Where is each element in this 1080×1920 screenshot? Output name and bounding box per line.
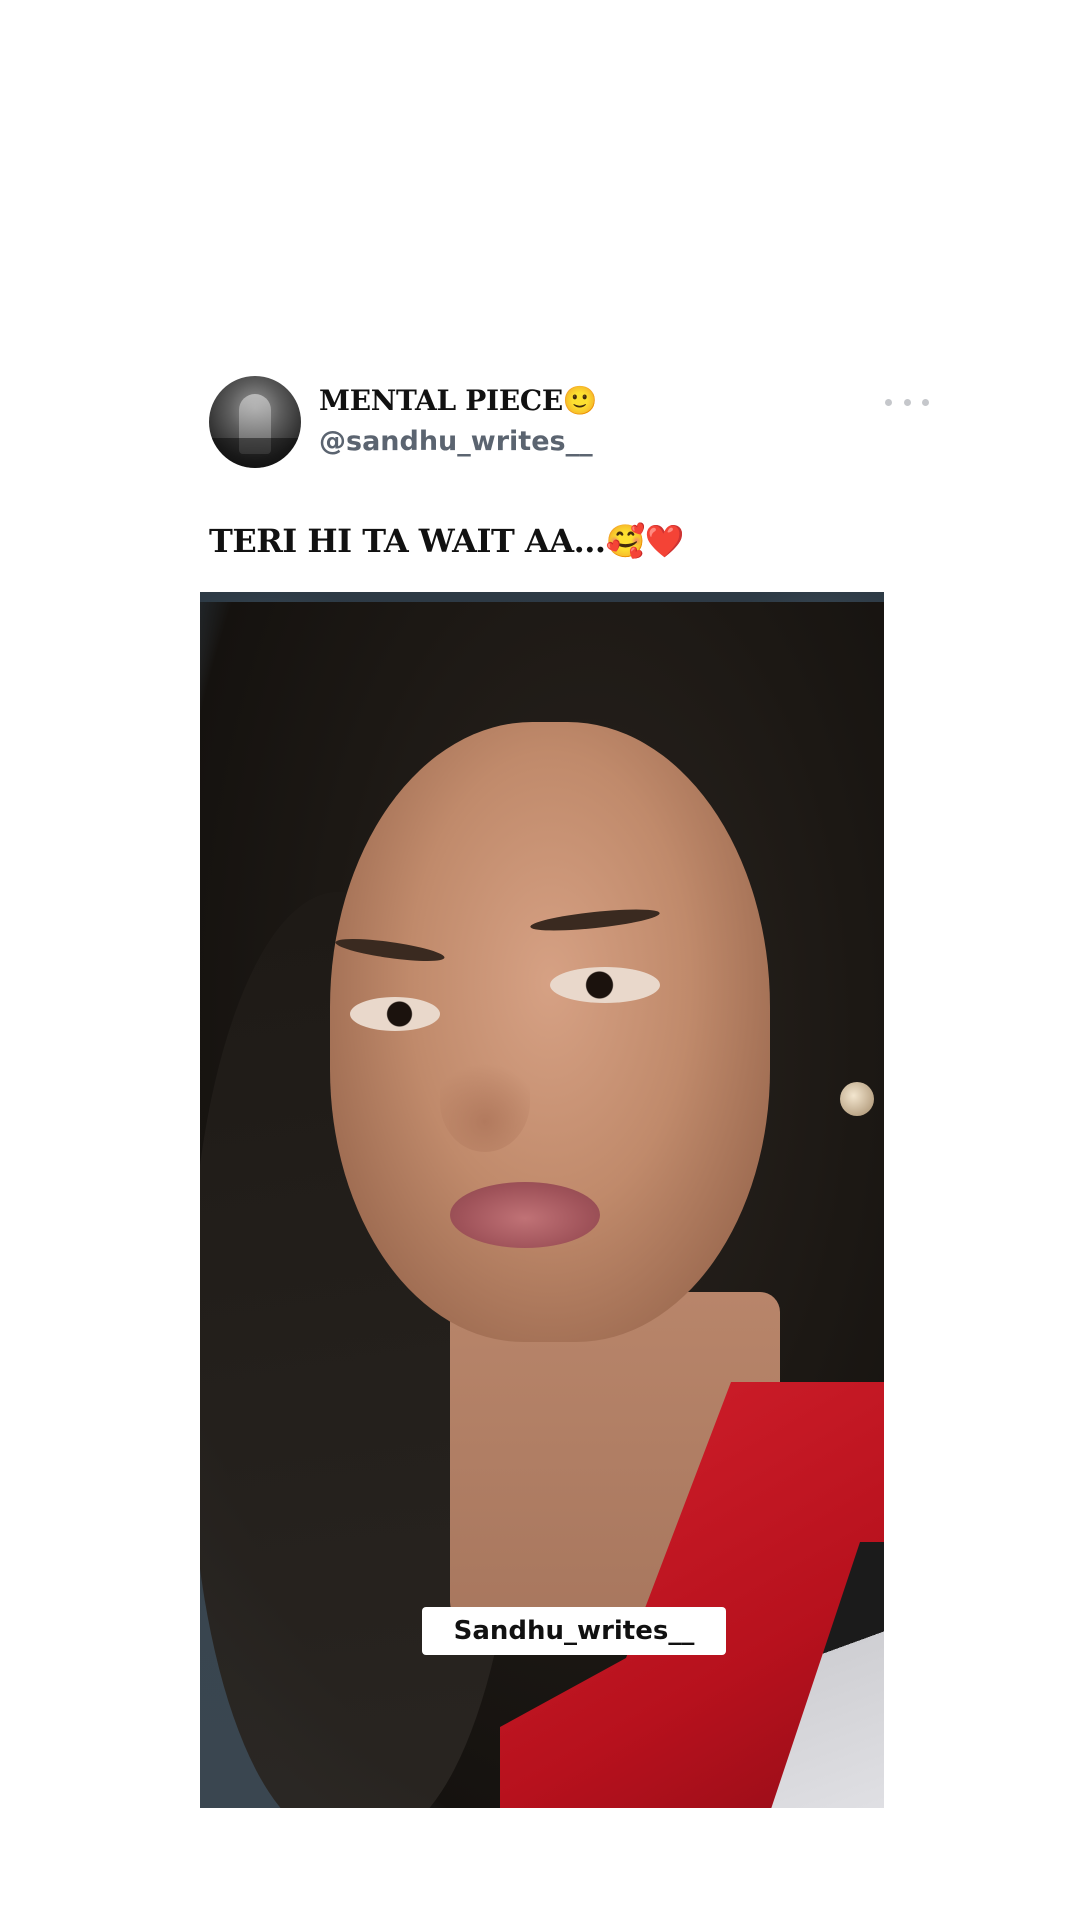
more-options-icon[interactable] bbox=[885, 390, 929, 414]
dot bbox=[922, 398, 929, 406]
avatar-shade bbox=[209, 438, 301, 468]
post-header: MENTAL PIECE🙂 @sandhu_writes__ bbox=[209, 376, 929, 472]
nose bbox=[440, 1052, 530, 1152]
post-caption: TERI HI TA WAIT AA...🥰❤️ bbox=[209, 522, 685, 560]
display-name[interactable]: MENTAL PIECE🙂 bbox=[319, 384, 598, 417]
lips bbox=[450, 1182, 600, 1248]
post-video[interactable]: Sandhu_writes__ bbox=[200, 592, 884, 1808]
dot bbox=[885, 398, 892, 406]
username[interactable]: @sandhu_writes__ bbox=[319, 426, 593, 457]
dot bbox=[903, 398, 911, 406]
avatar[interactable] bbox=[209, 376, 301, 468]
video-watermark: Sandhu_writes__ bbox=[422, 1607, 726, 1655]
left-eye bbox=[350, 997, 440, 1031]
earring bbox=[840, 1082, 874, 1116]
face bbox=[330, 722, 770, 1342]
right-eye bbox=[550, 967, 660, 1003]
